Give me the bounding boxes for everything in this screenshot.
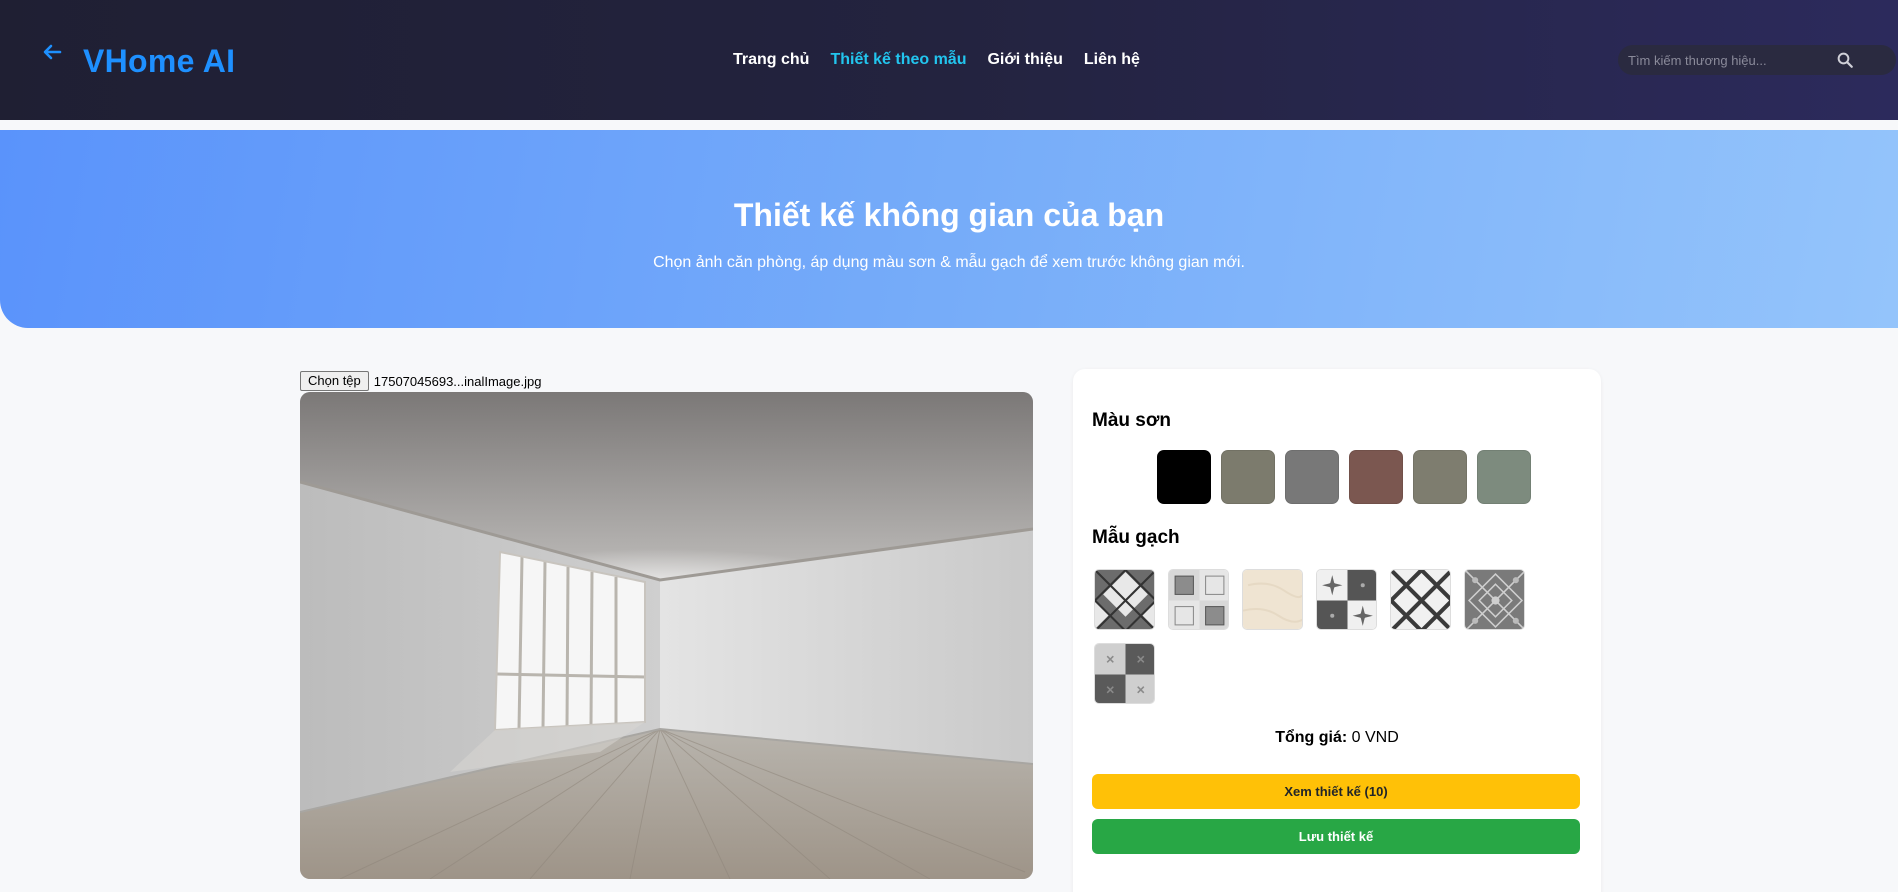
hero-title: Thiết kế không gian của bạn: [733, 197, 1165, 233]
search-input[interactable]: [1628, 50, 1843, 70]
tile-pattern-cream-plain[interactable]: [1242, 569, 1303, 630]
main-nav: Trang chủ Thiết kế theo mẫu Giới thiệu L…: [733, 51, 1140, 69]
tile-pattern-diagonal-lattice[interactable]: [1390, 569, 1451, 630]
brand-logo[interactable]: VHome AI: [83, 43, 235, 80]
hero-banner: Thiết kế không gian của bạn Chọn ảnh căn…: [0, 130, 1898, 328]
paint-swatches: [1157, 450, 1531, 504]
search-box: [1618, 45, 1896, 75]
paint-swatch[interactable]: [1413, 450, 1467, 504]
total-price: Tổng giá: 0 VND: [1073, 729, 1601, 747]
paint-swatch[interactable]: [1157, 450, 1211, 504]
nav-design-by-template[interactable]: Thiết kế theo mẫu: [830, 51, 966, 69]
back-arrow-icon[interactable]: [40, 40, 64, 64]
nav-home[interactable]: Trang chủ: [733, 51, 809, 69]
choose-file-button[interactable]: Chọn tệp: [300, 371, 369, 391]
top-navbar: VHome AI Trang chủ Thiết kế theo mẫu Giớ…: [0, 0, 1898, 120]
paint-swatch[interactable]: [1285, 450, 1339, 504]
tile-pattern-grey-checker[interactable]: [1094, 643, 1155, 704]
tile-pattern-diamond-checker[interactable]: [1094, 569, 1155, 630]
nav-contact[interactable]: Liên hệ: [1084, 51, 1140, 69]
tile-pattern-grey-ornament[interactable]: [1464, 569, 1525, 630]
selected-file-name: 17507045693...inalImage.jpg: [373, 373, 542, 389]
view-design-button[interactable]: Xem thiết kế (10): [1092, 774, 1580, 809]
total-price-label: Tổng giá:: [1275, 729, 1348, 746]
paint-swatch[interactable]: [1349, 450, 1403, 504]
hero-subtitle: Chọn ảnh căn phòng, áp dụng màu sơn & mẫ…: [653, 254, 1245, 271]
paint-color-title: Màu sơn: [1092, 410, 1171, 431]
save-design-button[interactable]: Lưu thiết kế: [1092, 819, 1580, 854]
search-icon[interactable]: [1836, 51, 1854, 69]
nav-about[interactable]: Giới thiệu: [987, 51, 1062, 69]
tile-pattern-title: Mẫu gạch: [1092, 527, 1180, 548]
tile-pattern-square-inlay[interactable]: [1168, 569, 1229, 630]
file-upload: Chọn tệp 17507045693...inalImage.jpg: [300, 371, 541, 391]
room-preview-image: [300, 392, 1033, 879]
paint-swatch[interactable]: [1221, 450, 1275, 504]
design-panel: Màu sơn Mẫu gạch Tổng giá: 0 VND Xem thi…: [1073, 369, 1601, 892]
paint-swatch[interactable]: [1477, 450, 1531, 504]
tile-pattern-flower-checker[interactable]: [1316, 569, 1377, 630]
total-price-value: 0 VND: [1351, 729, 1399, 746]
